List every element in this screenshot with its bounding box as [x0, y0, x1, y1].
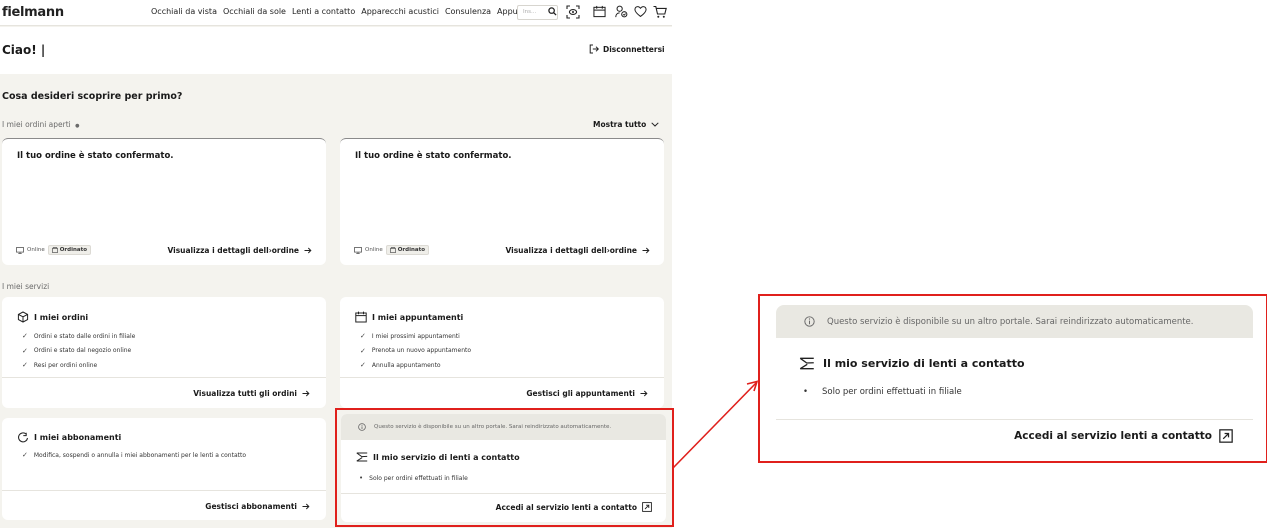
service-title-text: Il mio servizio di lenti a contatto [823, 357, 1025, 370]
access-lens-service-label: Accedi al servizio lenti a contatto [1014, 430, 1212, 442]
zoomed-contact-lens-card: Questo servizio è disponibile su un altr… [776, 305, 1253, 456]
external-link-icon [1219, 429, 1233, 443]
access-lens-service-link[interactable]: Accedi al servizio lenti a contatto [1014, 429, 1233, 443]
contact-lens-icon [799, 357, 814, 370]
list-item: • Solo per ordini effettuati in filiale [803, 387, 962, 397]
list-item-text: Solo per ordini effettuati in filiale [822, 387, 962, 397]
info-banner-text: Questo servizio è disponibile su un altr… [827, 316, 1194, 327]
bullet-icon: • [803, 387, 809, 397]
info-banner: Questo servizio è disponibile su un altr… [776, 305, 1253, 338]
service-title: Il mio servizio di lenti a contatto [799, 357, 1025, 370]
divider [776, 419, 1253, 420]
info-icon [804, 316, 815, 327]
